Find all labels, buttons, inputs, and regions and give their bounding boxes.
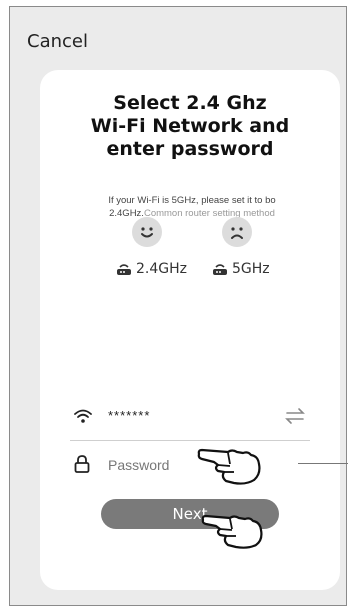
wifi-name-value: *******: [108, 408, 151, 423]
info-text: If your Wi-Fi is 5GHz, please set it to …: [92, 194, 292, 220]
router-setting-link[interactable]: Common router setting method: [144, 208, 275, 219]
wifi-network-row[interactable]: *******: [70, 404, 310, 430]
tap-hand-icon: [197, 448, 261, 485]
sad-face-icon: [222, 217, 252, 247]
swap-network-icon[interactable]: [284, 406, 306, 426]
lock-icon: [74, 455, 90, 473]
cancel-button[interactable]: Cancel: [27, 31, 88, 52]
router-icon: [212, 262, 228, 276]
input-divider: [70, 440, 310, 441]
page-title: Select 2.4 Ghz Wi-Fi Network and enter p…: [90, 92, 290, 160]
freq-24ghz: 2.4GHz: [116, 261, 187, 277]
freq-24ghz-label: 2.4GHz: [136, 261, 187, 277]
smile-face-icon: [132, 217, 162, 247]
tap-hand-icon: [201, 514, 263, 549]
wifi-icon: [74, 409, 92, 423]
freq-5ghz: 5GHz: [212, 261, 270, 277]
pointer-line: [298, 463, 348, 464]
router-icon: [116, 262, 132, 276]
password-row: [70, 452, 310, 478]
freq-5ghz-label: 5GHz: [232, 261, 270, 277]
